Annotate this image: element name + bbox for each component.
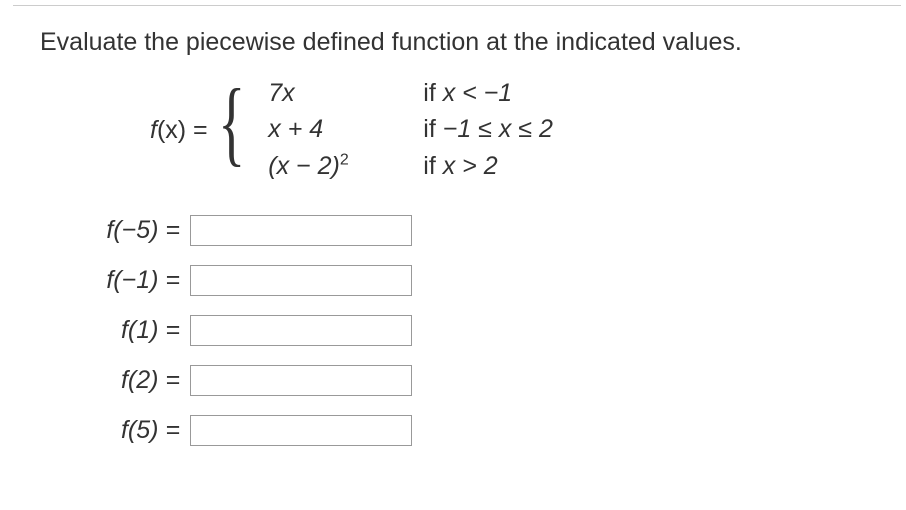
- answer-row: f(5) =: [50, 410, 866, 450]
- separator-line: [13, 5, 901, 6]
- piece-expression: x + 4: [268, 115, 423, 144]
- brace-cases: { 7x if x < −1 x + 4 if −1 ≤ x ≤ 2 (x − …: [218, 75, 553, 185]
- piece-row: 7x if x < −1: [268, 79, 553, 108]
- piece-row: x + 4 if −1 ≤ x ≤ 2: [268, 115, 553, 144]
- piece-row: (x − 2)2 if x > 2: [268, 152, 553, 181]
- answer-input-f-neg5[interactable]: [190, 215, 412, 246]
- answer-label: f(−1) =: [50, 266, 180, 295]
- answer-input-f-neg1[interactable]: [190, 265, 412, 296]
- answer-label: f(5) =: [50, 416, 180, 445]
- answer-row: f(−5) =: [50, 210, 866, 250]
- function-definition: f(x) = { 7x if x < −1 x + 4 if −1 ≤ x ≤ …: [150, 75, 866, 185]
- answer-row: f(1) =: [50, 310, 866, 350]
- piece-condition: if x < −1: [423, 79, 512, 108]
- fx-equals-label: f(x) =: [150, 116, 208, 145]
- piecewise-cases: 7x if x < −1 x + 4 if −1 ≤ x ≤ 2 (x − 2)…: [268, 75, 553, 185]
- piece-expression: (x − 2)2: [268, 152, 423, 181]
- piece-condition: if −1 ≤ x ≤ 2: [423, 115, 553, 144]
- answer-input-f-1[interactable]: [190, 315, 412, 346]
- answer-label: f(−5) =: [50, 216, 180, 245]
- piece-expression: 7x: [268, 79, 423, 108]
- answer-row: f(−1) =: [50, 260, 866, 300]
- answer-label: f(1) =: [50, 316, 180, 345]
- answer-input-f-2[interactable]: [190, 365, 412, 396]
- prompt-text: Evaluate the piecewise defined function …: [40, 28, 866, 57]
- answers-block: f(−5) = f(−1) = f(1) = f(2) = f(5) =: [50, 210, 866, 450]
- content-area: Evaluate the piecewise defined function …: [0, 0, 906, 488]
- piece-condition: if x > 2: [423, 152, 497, 181]
- answer-row: f(2) =: [50, 360, 866, 400]
- left-brace: {: [218, 75, 245, 185]
- answer-label: f(2) =: [50, 366, 180, 395]
- answer-input-f-5[interactable]: [190, 415, 412, 446]
